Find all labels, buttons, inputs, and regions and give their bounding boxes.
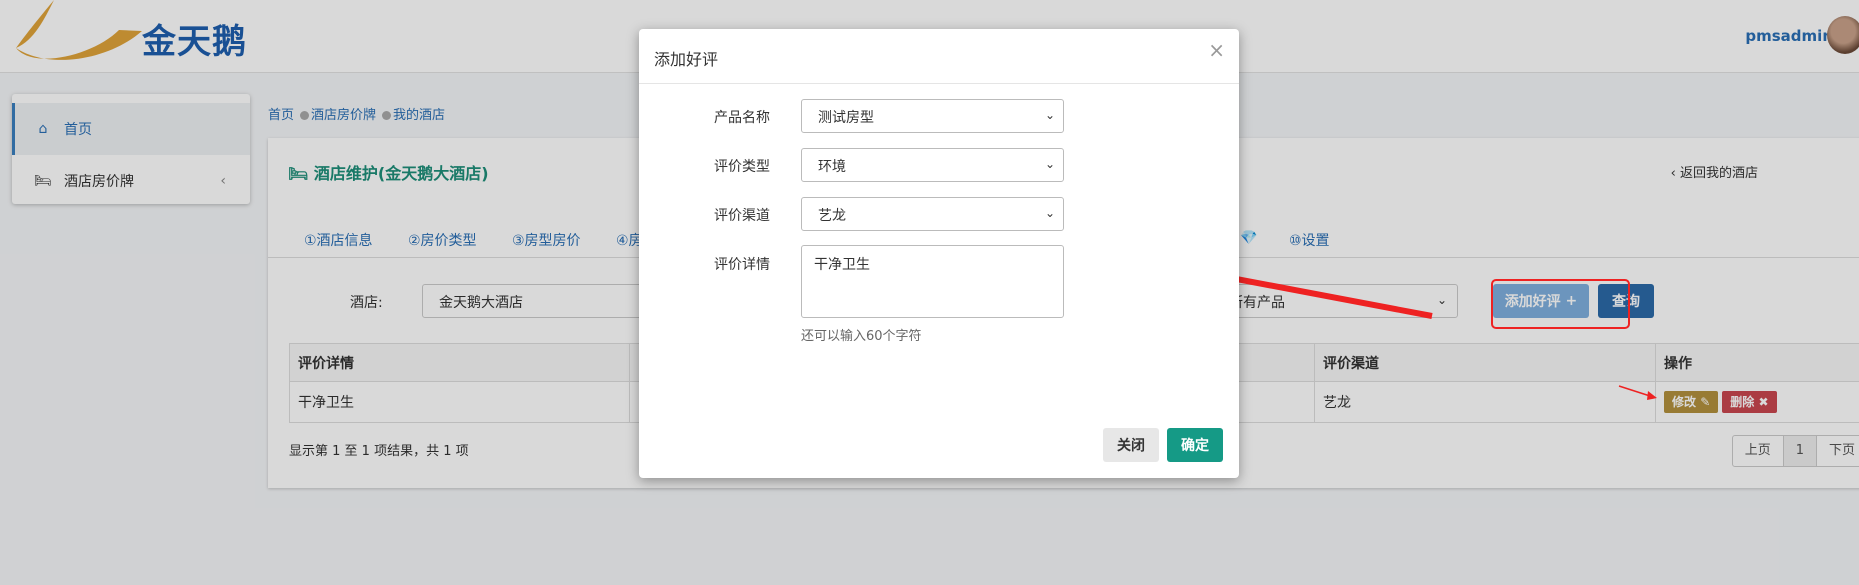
product-name-select[interactable]: 测试房型 ⌄ — [801, 99, 1064, 133]
chevron-down-icon: ⌄ — [1044, 108, 1055, 122]
product-name-label: 产品名称 — [714, 110, 770, 126]
review-detail-label: 评价详情 — [714, 257, 770, 273]
modal-header: 添加好评 × — [639, 29, 1239, 84]
review-channel-select[interactable]: 艺龙 ⌄ — [801, 197, 1064, 231]
modal-title: 添加好评 — [654, 50, 719, 69]
review-type-label: 评价类型 — [714, 159, 770, 175]
add-review-modal: 添加好评 × 产品名称 测试房型 ⌄ 评价类型 环境 ⌄ 评价渠道 艺龙 ⌄ 评价详情… — [639, 29, 1239, 478]
review-detail-textarea[interactable]: 干净卫生 — [801, 245, 1064, 318]
char-count-hint: 还可以输入60个字符 — [801, 329, 922, 344]
review-channel-label: 评价渠道 — [714, 208, 770, 224]
close-icon[interactable]: × — [1208, 38, 1225, 62]
review-type-select[interactable]: 环境 ⌄ — [801, 148, 1064, 182]
close-button[interactable]: 关闭 — [1103, 428, 1159, 462]
chevron-down-icon: ⌄ — [1044, 157, 1055, 171]
chevron-down-icon: ⌄ — [1044, 206, 1055, 220]
confirm-button[interactable]: 确定 — [1167, 428, 1223, 462]
